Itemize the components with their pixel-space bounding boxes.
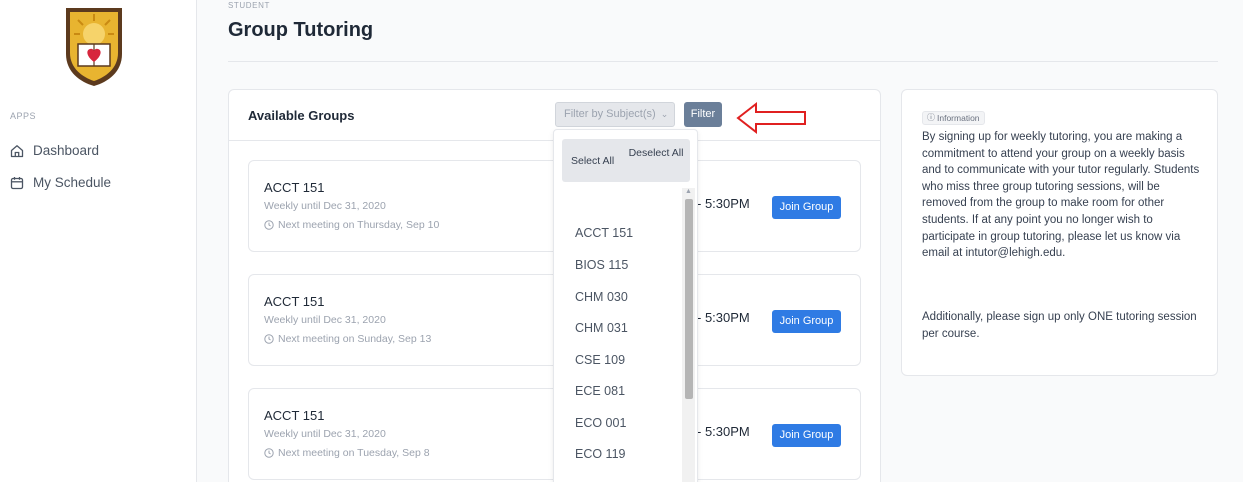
- subject-option[interactable]: ACCT 151: [575, 226, 633, 240]
- subject-options-list[interactable]: ACCT 151 BIOS 115 CHM 030 CHM 031 CSE 10…: [554, 190, 682, 482]
- next-meeting: Next meeting on Thursday, Sep 10: [264, 219, 439, 231]
- calendar-icon: [10, 176, 24, 189]
- crest-logo[interactable]: [64, 6, 124, 88]
- dropdown-scrollbar[interactable]: ▲: [682, 188, 695, 482]
- subject-dropdown-menu: Select All Deselect All ACCT 151 BIOS 11…: [553, 129, 698, 482]
- chevron-down-icon: ⌄: [660, 109, 669, 119]
- information-card: ⓘ Information By signing up for weekly t…: [901, 89, 1218, 376]
- subject-option[interactable]: ECO 119: [575, 447, 626, 461]
- meeting-time: - 5:30PM: [697, 196, 750, 211]
- subject-filter-select[interactable]: Filter by Subject(s) ⌄: [555, 102, 675, 127]
- next-meeting-text: Next meeting on Tuesday, Sep 8: [278, 447, 430, 459]
- clock-icon: [264, 220, 274, 230]
- select-all-button[interactable]: Select All: [571, 155, 614, 167]
- subject-option[interactable]: ECE 081: [575, 384, 625, 398]
- next-meeting: Next meeting on Tuesday, Sep 8: [264, 447, 430, 459]
- subject-option[interactable]: BIOS 115: [575, 258, 628, 272]
- join-group-button[interactable]: Join Group: [772, 310, 841, 333]
- apps-section-label: APPS: [10, 111, 37, 121]
- scrollbar-thumb[interactable]: [685, 199, 693, 399]
- header-divider: [228, 61, 1218, 62]
- badge-label: Information: [937, 113, 980, 123]
- course-code: ACCT 151: [264, 408, 325, 423]
- filter-button[interactable]: Filter: [684, 102, 722, 127]
- weekly-until: Weekly until Dec 31, 2020: [264, 314, 386, 326]
- join-group-button[interactable]: Join Group: [772, 424, 841, 447]
- information-text: By signing up for weekly tutoring, you a…: [922, 131, 1200, 260]
- sidebar-item-label: Dashboard: [33, 143, 100, 158]
- information-badge: ⓘ Information: [922, 111, 985, 125]
- subject-option[interactable]: ECO 001: [575, 416, 626, 430]
- annotation-arrow-icon: [736, 101, 806, 135]
- filter-placeholder: Filter by Subject(s): [564, 108, 656, 120]
- clock-icon: [264, 448, 274, 458]
- weekly-until: Weekly until Dec 31, 2020: [264, 428, 386, 440]
- card-title: Available Groups: [248, 108, 355, 123]
- information-note: Additionally, please sign up only ONE tu…: [922, 311, 1197, 340]
- weekly-until: Weekly until Dec 31, 2020: [264, 200, 386, 212]
- info-icon: ⓘ: [927, 113, 935, 122]
- deselect-all-button[interactable]: Deselect All: [628, 145, 684, 161]
- next-meeting-text: Next meeting on Thursday, Sep 10: [278, 219, 440, 231]
- scroll-up-arrow-icon[interactable]: ▲: [684, 188, 693, 197]
- subject-option[interactable]: CHM 031: [575, 321, 628, 335]
- next-meeting: Next meeting on Sunday, Sep 13: [264, 333, 431, 345]
- subject-option[interactable]: CHM 030: [575, 290, 628, 304]
- subject-option[interactable]: CSE 109: [575, 353, 625, 367]
- sidebar-item-dashboard[interactable]: Dashboard: [10, 143, 99, 158]
- page-eyebrow: STUDENT: [228, 1, 270, 10]
- sidebar-item-my-schedule[interactable]: My Schedule: [10, 175, 111, 190]
- join-group-button[interactable]: Join Group: [772, 196, 841, 219]
- meeting-time: - 5:30PM: [697, 310, 750, 325]
- page-title: Group Tutoring: [228, 19, 374, 41]
- dropdown-actions: Select All Deselect All: [562, 139, 690, 182]
- home-icon: [10, 144, 24, 157]
- sidebar-item-label: My Schedule: [33, 175, 112, 190]
- sidebar: APPS Dashboard My Schedule: [0, 0, 197, 482]
- clock-icon: [264, 334, 274, 344]
- next-meeting-text: Next meeting on Sunday, Sep 13: [278, 333, 432, 345]
- meeting-time: - 5:30PM: [697, 424, 750, 439]
- course-code: ACCT 151: [264, 294, 325, 309]
- course-code: ACCT 151: [264, 180, 325, 195]
